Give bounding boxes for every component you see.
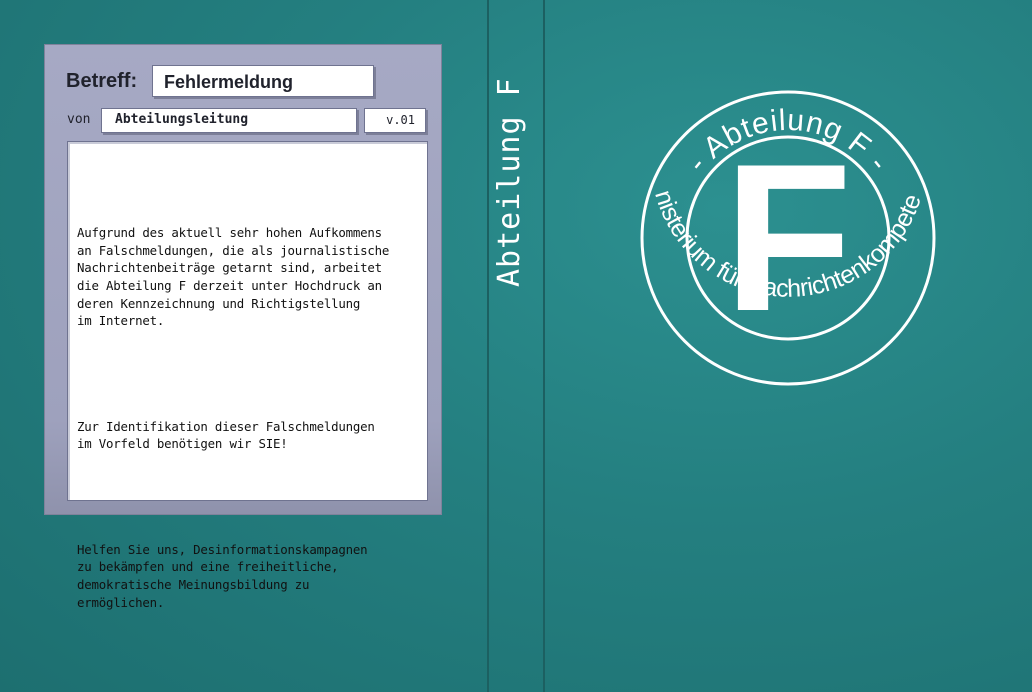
memo-paragraph-1: Aufgrund des aktuell sehr hohen Aufkomme… [77,225,390,329]
department-seal-logo: - Abteilung F - Ministerium für Nachrich… [638,88,936,386]
spine-title: Abteilung F [492,77,527,287]
memo-body[interactable]: Aufgrund des aktuell sehr hohen Aufkomme… [67,141,428,610]
memo-paragraph-3: Helfen Sie uns, Desinformationskampagnen… [77,541,368,610]
from-label: von [67,112,91,127]
from-value: Abteilungsleitung [115,112,249,127]
spine-edge-right [543,0,545,692]
memo-panel: Betreff: Fehlermeldung von Abteilungslei… [44,44,442,610]
spine-edge-left [487,0,489,692]
version-field[interactable]: v.01 [364,108,426,133]
memo-paragraph-2: Zur Identifikation dieser Falschmeldunge… [77,418,375,452]
from-field[interactable]: Abteilungsleitung [101,108,357,133]
memo-body-text: Aufgrund des aktuell sehr hohen Aufkomme… [77,189,427,646]
subject-field[interactable]: Fehlermeldung [152,65,374,97]
subject-value: Fehlermeldung [164,72,294,92]
subject-label: Betreff: [66,70,138,92]
seal-letter: F [724,120,852,355]
version-value: v.01 [386,113,415,127]
